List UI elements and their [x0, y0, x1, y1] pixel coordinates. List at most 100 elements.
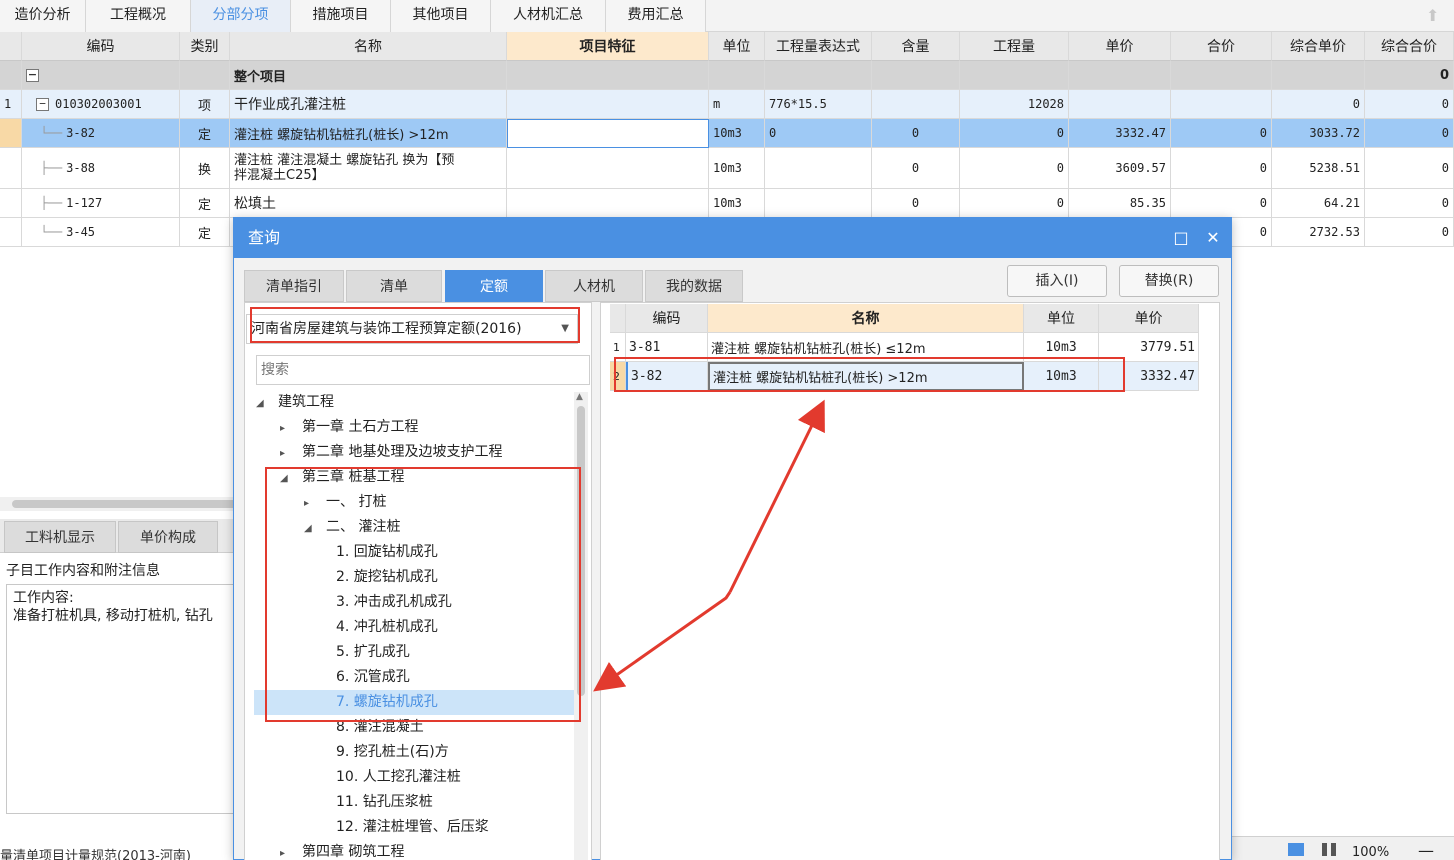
vertical-scrollbar[interactable]: ▲ — [574, 392, 588, 860]
header-quantity[interactable]: 工程量 — [960, 32, 1069, 61]
header-unit-price[interactable]: 单价 — [1069, 32, 1171, 61]
tree-node[interactable]: 12. 灌注桩埋管、后压浆 — [336, 815, 489, 840]
header-type[interactable]: 类别 — [180, 32, 230, 61]
table-row[interactable]: └── 3-82 定 灌注桩 螺旋钻机钻桩孔(桩长) >12m 10m3 0 0 … — [0, 119, 1454, 148]
layout-icon[interactable] — [1288, 843, 1304, 856]
scroll-up-icon[interactable]: ▲ — [576, 392, 583, 402]
header-comp-unit-price[interactable]: 综合单价 — [1272, 32, 1365, 61]
arrow-up-icon[interactable]: ⬆ — [1426, 6, 1440, 25]
work-content-box[interactable]: 工作内容: 准备打桩机具, 移动打桩机, 钻孔 — [6, 584, 246, 814]
header-unit[interactable]: 单位 — [1024, 304, 1099, 333]
tree-node-label: 6. 沉管成孔 — [336, 669, 410, 685]
tree-node[interactable]: ▸ 一、 打桩 — [304, 490, 386, 515]
table-row[interactable]: 1 −010302003001 项 干作业成孔灌注桩 m 776*15.5 12… — [0, 90, 1454, 119]
tree-node[interactable]: 6. 沉管成孔 — [336, 665, 410, 690]
tab-measures[interactable]: 措施项目 — [291, 0, 391, 32]
group-name: 整个项目 — [230, 61, 507, 90]
group-total: 0 — [1365, 61, 1454, 90]
tree-node[interactable]: ▸ 第二章 地基处理及边坡支护工程 — [280, 440, 502, 465]
header-feature[interactable]: 项目特征 — [507, 32, 709, 61]
header-qty-expr[interactable]: 工程量表达式 — [765, 32, 872, 61]
tree-node[interactable]: 2. 旋挖钻机成孔 — [336, 565, 438, 590]
horizontal-scrollbar[interactable] — [0, 497, 240, 511]
tree-node[interactable]: 5. 扩孔成孔 — [336, 640, 410, 665]
collapse-arrow-icon[interactable]: ◢ — [256, 391, 270, 416]
header-content[interactable]: 含量 — [872, 32, 960, 61]
header-unit[interactable]: 单位 — [709, 32, 765, 61]
table-row[interactable]: ├── 3-88 换 灌注桩 灌注混凝土 螺旋钻孔 换为【预 拌混凝土C25】 1… — [0, 148, 1454, 189]
result-row[interactable]: 1 3-81 灌注桩 螺旋钻机钻桩孔(桩长) ≤12m 10m3 3779.51 — [610, 333, 1200, 362]
work-content-label: 工作内容: — [13, 590, 74, 606]
close-icon[interactable]: ✕ — [1202, 218, 1224, 258]
tab-quota[interactable]: 定额 — [445, 270, 543, 302]
tree-node-label: 建筑工程 — [278, 394, 334, 410]
group-row-whole-project[interactable]: − 整个项目 0 — [0, 61, 1454, 90]
tree-node-selected[interactable]: 7. 螺旋钻机成孔 — [254, 690, 576, 715]
header-code[interactable]: 编码 — [626, 304, 708, 333]
tree-node-label: 二、 灌注桩 — [326, 519, 401, 535]
quota-library-select[interactable]: 河南省房屋建筑与装饰工程预算定额(2016) ▼ — [246, 314, 578, 344]
header-comp-amount[interactable]: 综合合价 — [1365, 32, 1454, 61]
tree-node-label: 11. 钻孔压浆桩 — [336, 794, 433, 810]
collapse-icon[interactable]: − — [26, 68, 39, 82]
tree-node[interactable]: 8. 灌注混凝土 — [336, 715, 424, 740]
replace-button[interactable]: 替换(R) — [1119, 265, 1219, 297]
feature-editor[interactable] — [507, 119, 709, 148]
search-input[interactable] — [256, 355, 590, 385]
insert-button[interactable]: 插入(I) — [1007, 265, 1107, 297]
top-tab-bar: 造价分析 工程概况 分部分项 措施项目 其他项目 人材机汇总 费用汇总 ⬆ — [0, 0, 1454, 32]
tree-node[interactable]: ▸ 第一章 土石方工程 — [280, 415, 418, 440]
collapse-icon[interactable]: − — [36, 97, 49, 111]
tree-node[interactable]: ▸ 第四章 砌筑工程 — [280, 840, 404, 860]
tree-node-label: 5. 扩孔成孔 — [336, 644, 410, 660]
tab-sub-items[interactable]: 分部分项 — [191, 0, 291, 32]
grid-header: 编码 类别 名称 项目特征 单位 工程量表达式 含量 工程量 单价 合价 综合单… — [0, 32, 1454, 61]
tab-fee-summary[interactable]: 费用汇总 — [606, 0, 706, 32]
tab-bill[interactable]: 清单 — [346, 270, 442, 302]
tree-node[interactable]: 3. 冲击成孔机成孔 — [336, 590, 452, 615]
tab-bill-guide[interactable]: 清单指引 — [244, 270, 344, 302]
chevron-down-icon[interactable]: ▼ — [561, 315, 569, 343]
tree-node[interactable]: 4. 冲孔桩机成孔 — [336, 615, 438, 640]
expand-arrow-icon[interactable]: ▸ — [280, 416, 294, 441]
tree-node[interactable]: ◢ 二、 灌注桩 — [304, 515, 400, 540]
tab-labor-material-display[interactable]: 工料机显示 — [4, 521, 116, 553]
header-rownum — [0, 32, 22, 61]
work-content-title: 子目工作内容和附注信息 — [6, 563, 160, 579]
tree-node[interactable]: 9. 挖孔桩土(石)方 — [336, 740, 449, 765]
tree-node-label: 3. 冲击成孔机成孔 — [336, 594, 452, 610]
query-dialog: 查询 □ ✕ 清单指引 清单 定额 人材机 我的数据 插入(I) 替换(R) 河… — [233, 217, 1232, 860]
tree-node-label: 一、 打桩 — [326, 494, 387, 510]
split-icon[interactable] — [1322, 843, 1336, 856]
tab-labor-materials-summary[interactable]: 人材机汇总 — [491, 0, 606, 32]
tab-cost-analysis[interactable]: 造价分析 — [0, 0, 86, 32]
tree-node[interactable]: 10. 人工挖孔灌注桩 — [336, 765, 461, 790]
tab-my-data[interactable]: 我的数据 — [645, 270, 743, 302]
tab-labor-materials[interactable]: 人材机 — [545, 270, 643, 302]
header-name[interactable]: 名称 — [230, 32, 507, 61]
tree-node-label: 2. 旋挖钻机成孔 — [336, 569, 438, 585]
maximize-icon[interactable]: □ — [1170, 218, 1192, 258]
tree-node-label: 8. 灌注混凝土 — [336, 719, 424, 735]
expand-arrow-icon[interactable]: ▸ — [280, 841, 294, 860]
header-amount[interactable]: 合价 — [1171, 32, 1272, 61]
table-row[interactable]: ├── 1-127 定 松填土 10m3 0 0 85.35 0 64.21 0 — [0, 189, 1454, 218]
zoom-out-icon[interactable]: — — [1418, 841, 1434, 860]
expand-arrow-icon[interactable]: ▸ — [304, 491, 318, 516]
tree-node[interactable]: 11. 钻孔压浆桩 — [336, 790, 433, 815]
header-price[interactable]: 单价 — [1099, 304, 1199, 333]
lower-tab-bar: 工料机显示 单价构成 — [0, 519, 240, 553]
header-name[interactable]: 名称 — [708, 304, 1024, 333]
header-code[interactable]: 编码 — [22, 32, 180, 61]
results-header: 编码 名称 单位 单价 — [610, 304, 1200, 333]
tab-project-overview[interactable]: 工程概况 — [86, 0, 191, 32]
expand-arrow-icon[interactable]: ▸ — [280, 441, 294, 466]
tree-node[interactable]: ◢ 第三章 桩基工程 — [280, 465, 404, 490]
tab-other-items[interactable]: 其他项目 — [391, 0, 491, 32]
collapse-arrow-icon[interactable]: ◢ — [304, 516, 318, 541]
tab-unit-price-composition[interactable]: 单价构成 — [118, 521, 218, 553]
tree-node[interactable]: ◢ 建筑工程 — [256, 390, 334, 415]
collapse-arrow-icon[interactable]: ◢ — [280, 466, 294, 491]
result-row-selected[interactable]: 2 3-82 灌注桩 螺旋钻机钻桩孔(桩长) >12m 10m3 3332.47 — [610, 362, 1200, 391]
tree-node[interactable]: 1. 回旋钻机成孔 — [336, 540, 438, 565]
